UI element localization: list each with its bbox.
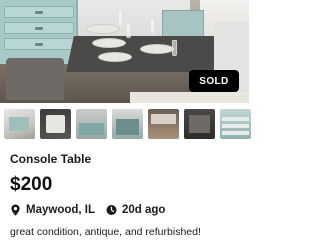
clock-icon (106, 204, 117, 216)
hero-cabinet (0, 0, 78, 64)
listing-description: great condition, antique, and refurbishe… (10, 226, 201, 238)
hero-plate (92, 38, 126, 48)
listing-price: $200 (10, 174, 53, 195)
map-marker-icon (10, 204, 21, 216)
listing-location: Maywood, IL (26, 204, 95, 216)
thumbnail[interactable] (220, 109, 251, 139)
hero-glass (126, 22, 131, 38)
hero-chair (6, 58, 64, 100)
hero-glass (118, 10, 123, 26)
thumbnail-strip (4, 109, 251, 139)
hero-drawer (4, 22, 74, 34)
hero-plate (140, 44, 174, 54)
thumbnail[interactable] (4, 109, 35, 139)
hero-glass (172, 40, 177, 56)
thumbnail[interactable] (76, 109, 107, 139)
listing-title: Console Table (10, 152, 92, 166)
hero-plate (86, 24, 120, 34)
thumbnail[interactable] (148, 109, 179, 139)
hero-drawer (4, 38, 74, 50)
hero-drawer (4, 6, 74, 18)
thumbnail[interactable] (184, 109, 215, 139)
hero-rug (130, 92, 249, 103)
thumbnail[interactable] (40, 109, 71, 139)
listing-posted-age: 20d ago (122, 204, 166, 216)
thumbnail[interactable] (112, 109, 143, 139)
hero-plate (98, 52, 132, 62)
sold-badge: SOLD (189, 70, 239, 92)
hero-glass (150, 18, 155, 34)
listing-meta: Maywood, IL 20d ago (10, 203, 165, 217)
